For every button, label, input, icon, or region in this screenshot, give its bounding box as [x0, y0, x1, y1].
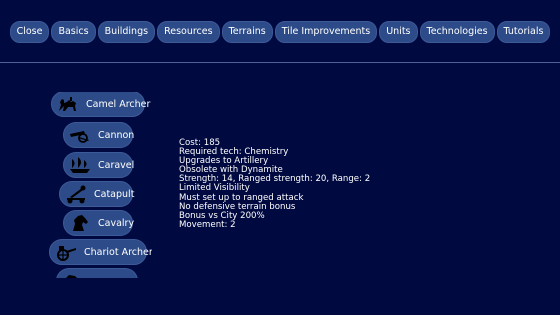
tab-resources[interactable]: Resources: [157, 21, 220, 43]
tab-tile-improvements[interactable]: Tile Improvements: [274, 21, 378, 43]
unit-item-label: Chariot Archer: [84, 246, 152, 258]
unit-item-label: Catapult: [94, 188, 135, 200]
category-tab-bar: Close Basics Buildings Resources Terrain…: [0, 21, 560, 43]
unit-item-cavalry[interactable]: Cavalry: [63, 210, 135, 236]
unit-item-label: Cavalry: [98, 217, 135, 229]
unit-item-catapult[interactable]: Catapult: [59, 181, 135, 207]
catapult-icon: [64, 184, 88, 204]
unit-item-chariot-archer[interactable]: Chariot Archer: [49, 239, 152, 265]
cavalry-icon: [68, 213, 92, 233]
tab-tutorials[interactable]: Tutorials: [496, 21, 551, 43]
caravel-icon: [68, 155, 92, 175]
tab-basics[interactable]: Basics: [51, 21, 96, 43]
header-divider: [0, 62, 560, 63]
tab-buildings[interactable]: Buildings: [97, 21, 156, 43]
detail-line: Movement: 2: [179, 219, 236, 230]
unit-item-caravel[interactable]: Caravel: [63, 152, 135, 178]
unit-list[interactable]: Camel Archer Cannon Caravel Catapult Cav…: [48, 92, 152, 278]
next-unit-icon: [61, 271, 85, 278]
unit-item-label: Caravel: [98, 159, 135, 171]
tab-close[interactable]: Close: [9, 21, 50, 43]
unit-item-label: Cannon: [98, 129, 135, 141]
unit-item-cannon[interactable]: Cannon: [63, 122, 135, 148]
chariot-archer-icon: [54, 242, 78, 262]
camel-archer-icon: [56, 94, 80, 114]
tab-units[interactable]: Units: [379, 21, 418, 43]
unit-item-label: Camel Archer: [86, 98, 151, 110]
tab-terrains[interactable]: Terrains: [221, 21, 273, 43]
cannon-icon: [68, 125, 92, 145]
unit-item-partial[interactable]: [56, 268, 138, 278]
tab-technologies[interactable]: Technologies: [419, 21, 495, 43]
unit-details: Cost: 185 Required tech: Chemistry Upgra…: [179, 138, 370, 230]
unit-item-camel-archer[interactable]: Camel Archer: [51, 92, 150, 117]
